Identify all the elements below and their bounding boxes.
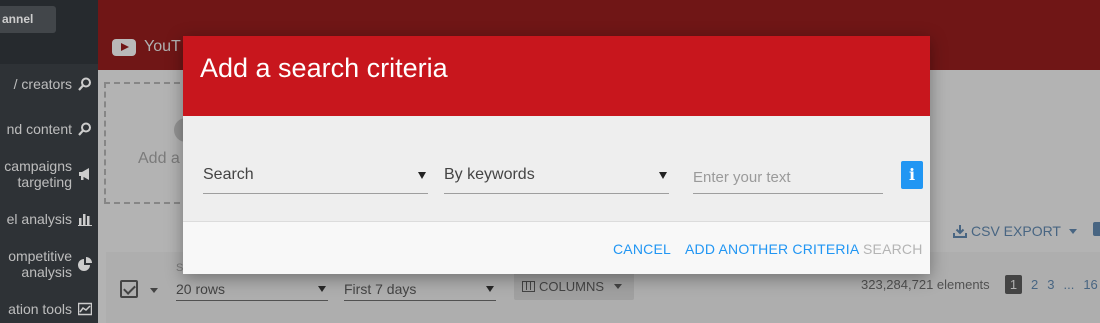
search-criteria-dialog: Add a search criteria Search By keywords…: [183, 36, 930, 274]
search-button[interactable]: SEARCH: [863, 241, 923, 257]
search-text-input[interactable]: [693, 162, 883, 194]
search-mode-value: By keywords: [444, 166, 535, 183]
add-another-criteria-button[interactable]: ADD ANOTHER CRITERIA: [685, 241, 859, 257]
cancel-button[interactable]: CANCEL: [613, 241, 671, 257]
info-icon[interactable]: i: [901, 161, 923, 189]
dialog-title: Add a search criteria: [183, 36, 930, 116]
chevron-down-icon: [659, 172, 667, 179]
dialog-footer: CANCEL ADD ANOTHER CRITERIA SEARCH: [183, 222, 930, 274]
dialog-body: Search By keywords i: [183, 116, 930, 222]
search-mode-select[interactable]: By keywords: [444, 162, 669, 194]
search-field-value: Search: [203, 166, 254, 183]
chevron-down-icon: [418, 172, 426, 179]
search-field-select[interactable]: Search: [203, 162, 428, 194]
